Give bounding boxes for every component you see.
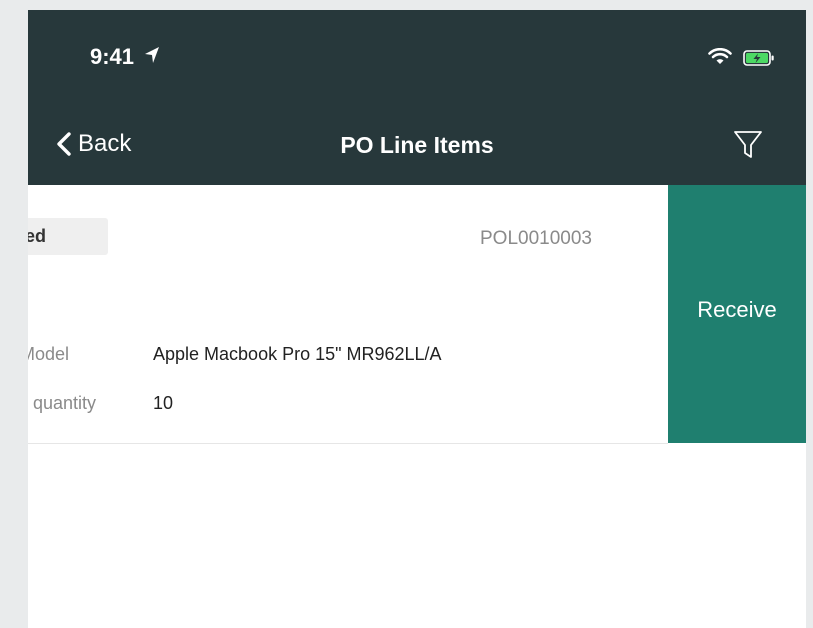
frame-left-edge xyxy=(0,0,28,628)
frame-right-edge xyxy=(806,0,813,628)
po-line-number: POL0010003 xyxy=(480,228,592,249)
screenshot-frame: 9:41 Back PO Line Items ed POL0010003 od… xyxy=(0,0,813,628)
po-line-item-row[interactable]: red POL0010003 Model Apple Macbook Pro 1… xyxy=(28,185,668,444)
status-badge: red xyxy=(28,218,108,255)
filter-icon[interactable] xyxy=(733,129,763,166)
frame-top-edge xyxy=(0,0,813,10)
wifi-icon xyxy=(708,47,732,71)
quantity-value: 10 xyxy=(153,393,174,413)
model-value: Apple Macbook Pro 15" MR962LL/A xyxy=(153,344,442,364)
model-label: Model xyxy=(28,344,70,364)
page-title: PO Line Items xyxy=(340,132,494,158)
receive-button[interactable]: Receive xyxy=(668,185,806,443)
status-time: 9:41 xyxy=(90,44,135,69)
location-arrow-icon xyxy=(144,46,160,69)
battery-charging-icon xyxy=(743,50,775,71)
app-header: 9:41 Back PO Line Items xyxy=(28,10,806,185)
quantity-label: g quantity xyxy=(28,393,97,413)
phone-screen: 9:41 Back PO Line Items ed POL0010003 od… xyxy=(28,10,806,628)
